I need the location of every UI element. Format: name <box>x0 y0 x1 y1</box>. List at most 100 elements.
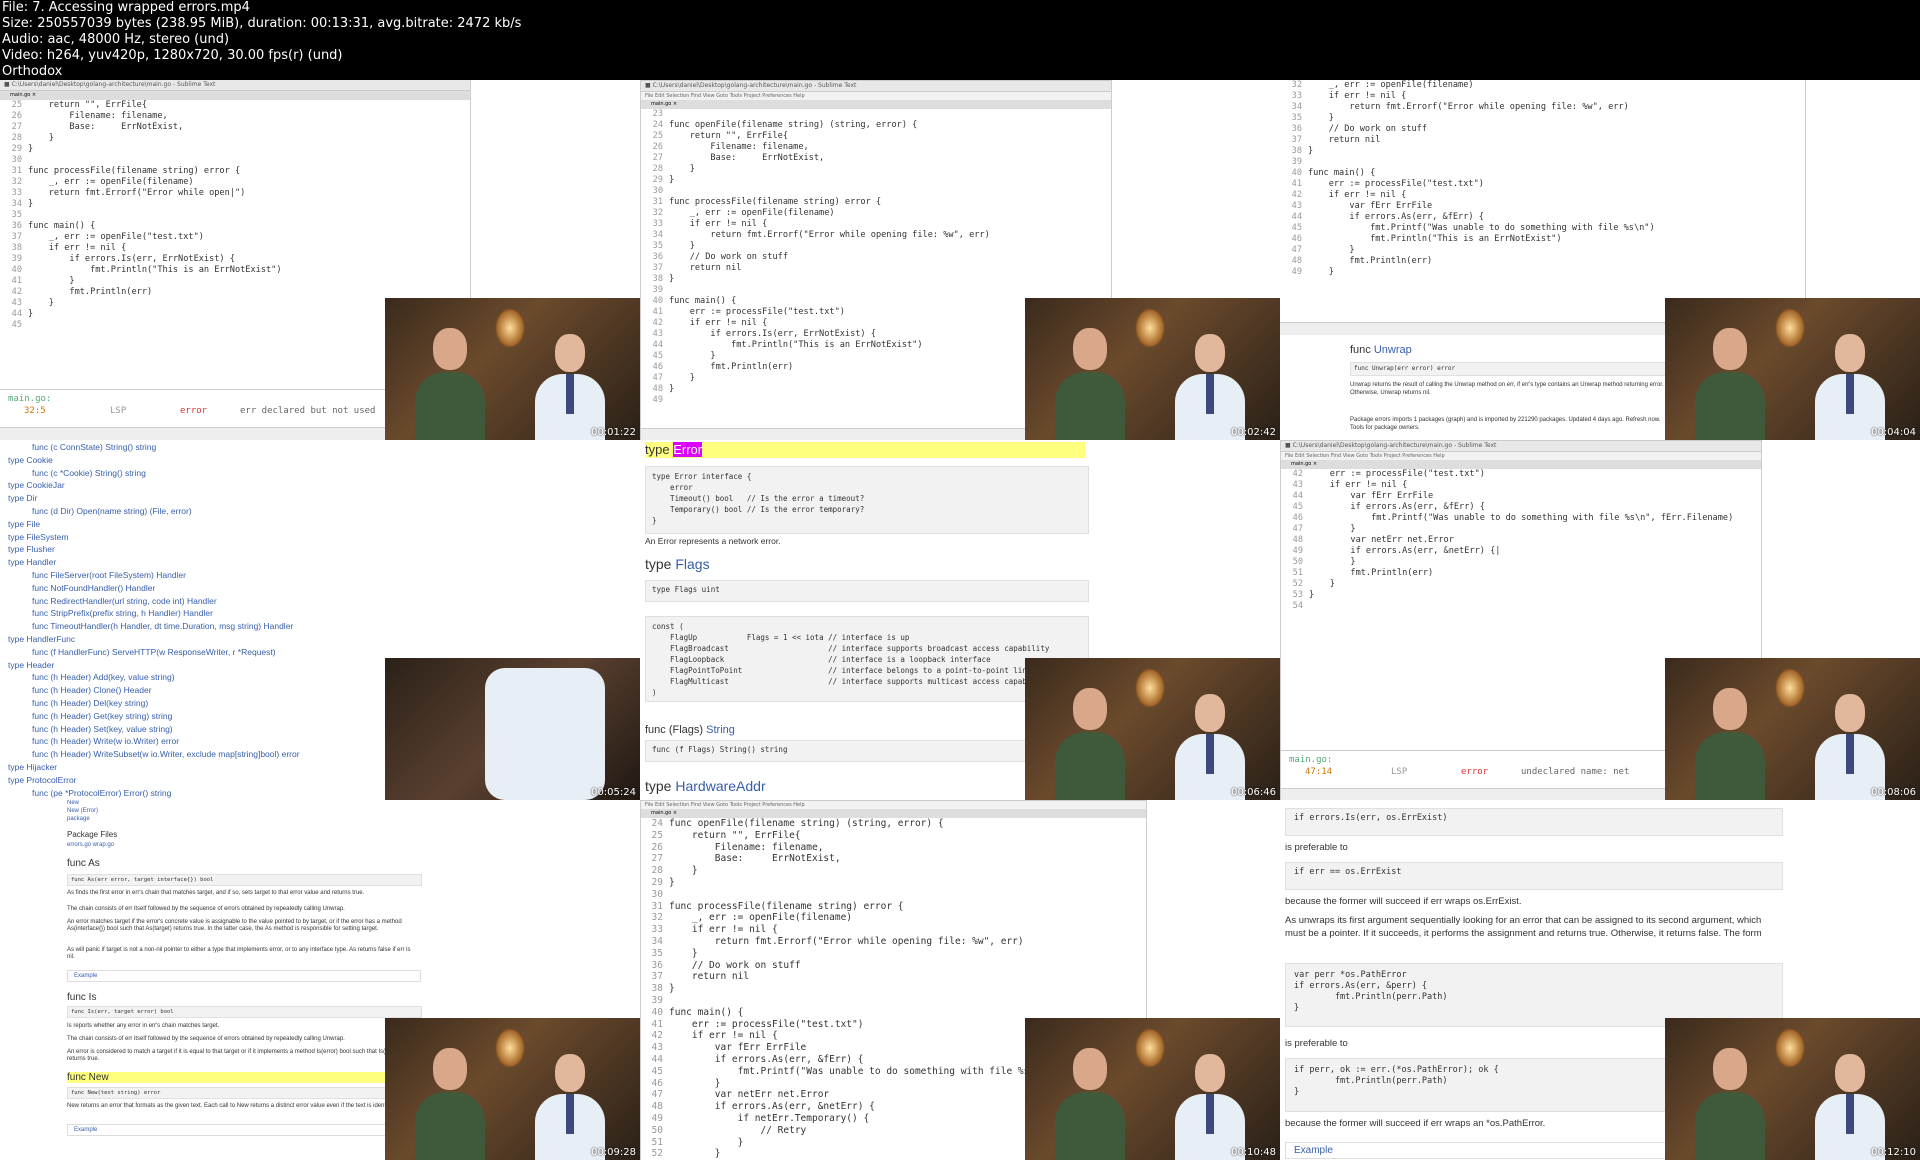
index-func-link[interactable]: func (h Header) Clone() Header <box>32 685 152 695</box>
code-line[interactable]: 33 return fmt.Errorf("Error while open|"… <box>0 188 470 199</box>
code-line[interactable]: 41 } <box>0 276 470 287</box>
index-func-link[interactable]: func TimeoutHandler(h Handler, dt time.D… <box>32 621 293 631</box>
code-line[interactable]: 40 fmt.Println("This is an ErrNotExist") <box>0 265 470 276</box>
code-line[interactable]: 49 } <box>1280 267 1805 278</box>
nav-package[interactable]: package <box>67 816 90 822</box>
code-line[interactable]: 26 Filename: filename, <box>641 142 1111 153</box>
code-line[interactable]: 29} <box>641 175 1111 186</box>
code-line[interactable]: 37 return nil <box>1280 135 1805 146</box>
code-line[interactable]: 32 _, err := openFile(filename) <box>1280 80 1805 91</box>
index-func-link[interactable]: func (d Dir) Open(name string) (File, er… <box>32 506 192 516</box>
code-line[interactable]: 27 Base: ErrNotExist, <box>641 153 1111 164</box>
thumbnail-7[interactable]: New New (Error) package Package Files er… <box>0 800 640 1160</box>
code-line[interactable]: 47 } <box>1281 524 1761 535</box>
code-line[interactable]: 44 var fErr ErrFile <box>1281 491 1761 502</box>
code-line[interactable]: 45 if errors.As(err, &fErr) { <box>1281 502 1761 513</box>
code-line[interactable]: 26 Filename: filename, <box>0 111 470 122</box>
code-line[interactable]: 38} <box>641 274 1111 285</box>
code-line[interactable]: 28 } <box>0 133 470 144</box>
code-line[interactable]: 30 <box>641 186 1111 197</box>
code-line[interactable]: 29} <box>641 877 1146 889</box>
code-line[interactable]: 42 fmt.Println(err) <box>0 287 470 298</box>
code-line[interactable]: 35 } <box>1280 113 1805 124</box>
index-func-link[interactable]: func (c ConnState) String() string <box>32 442 156 452</box>
thumbnail-1[interactable]: ■ C:\Users\daniel\Desktop\golang-archite… <box>0 80 640 440</box>
index-func-link[interactable]: func NotFoundHandler() Handler <box>32 583 155 593</box>
code-line[interactable]: 50 } <box>1281 557 1761 568</box>
code-line[interactable]: 27 Base: ErrNotExist, <box>0 122 470 133</box>
code-line[interactable]: 27 Base: ErrNotExist, <box>641 853 1146 865</box>
code-line[interactable]: 38 if err != nil { <box>0 243 470 254</box>
code-line[interactable]: 37 return nil <box>641 971 1146 983</box>
code-line[interactable]: 36 // Do work on stuff <box>1280 124 1805 135</box>
code-line[interactable]: 33 if err != nil { <box>641 219 1111 230</box>
index-func-link[interactable]: func (h Header) Add(key, value string) <box>32 672 175 682</box>
code-line[interactable]: 41 err := processFile("test.txt") <box>1280 179 1805 190</box>
code-line[interactable]: 25 return "", ErrFile{ <box>641 830 1146 842</box>
thumbnail-8[interactable]: File Edit Selection Find View Goto Tools… <box>640 800 1280 1160</box>
index-type-link[interactable]: type HandlerFunc <box>8 634 75 644</box>
code-line[interactable]: 35 } <box>641 241 1111 252</box>
code-line[interactable]: 33 if err != nil { <box>1280 91 1805 102</box>
code-line[interactable]: 36 // Do work on stuff <box>641 960 1146 972</box>
editor-tab[interactable]: main.go × <box>1281 460 1761 469</box>
code-line[interactable]: 48 fmt.Println(err) <box>1280 256 1805 267</box>
index-func-link[interactable]: func StripPrefix(prefix string, h Handle… <box>32 608 213 618</box>
code-line[interactable]: 46 fmt.Printf("Was unable to do somethin… <box>1281 513 1761 524</box>
code-line[interactable]: 36 // Do work on stuff <box>641 252 1111 263</box>
index-func-link[interactable]: func (h Header) Get(key string) string <box>32 711 172 721</box>
code-area[interactable]: 42 err := processFile("test.txt") 43 if e… <box>1281 469 1761 612</box>
code-line[interactable]: 43 var fErr ErrFile <box>1280 201 1805 212</box>
code-line[interactable]: 32 _, err := openFile(filename) <box>641 208 1111 219</box>
code-line[interactable]: 34} <box>0 199 470 210</box>
pkg-file-links[interactable]: errors.go wrap.go <box>67 842 114 848</box>
as-example-toggle[interactable]: Example <box>67 970 421 982</box>
menu-bar[interactable]: File Edit Selection Find View Goto Tools… <box>1281 452 1761 460</box>
code-line[interactable]: 39 <box>1280 157 1805 168</box>
thumbnail-9[interactable]: if errors.Is(err, os.ErrExist) is prefer… <box>1280 800 1920 1160</box>
code-area[interactable]: 32 _, err := openFile(filename) 33 if err… <box>1280 80 1805 278</box>
index-type-link[interactable]: type Flusher <box>8 544 55 554</box>
code-line[interactable]: 30 <box>0 155 470 166</box>
thumbnail-3[interactable]: 32 _, err := openFile(filename) 33 if err… <box>1280 80 1920 440</box>
index-type-link[interactable]: type Cookie <box>8 455 53 465</box>
index-type-link[interactable]: type File <box>8 519 40 529</box>
index-func-link[interactable]: func (h Header) Del(key string) <box>32 698 148 708</box>
index-type-link[interactable]: type Handler <box>8 557 56 567</box>
code-line[interactable]: 24 func openFile(filename string) (string… <box>641 120 1111 131</box>
code-line[interactable]: 39 <box>641 285 1111 296</box>
code-line[interactable]: 34 return fmt.Errorf("Error while openin… <box>641 936 1146 948</box>
code-line[interactable]: 28 } <box>641 865 1146 877</box>
code-line[interactable]: 25 return "", ErrFile{ <box>0 100 470 111</box>
nav-new-error[interactable]: New (Error) <box>67 808 98 814</box>
code-line[interactable]: 31 func processFile(filename string) erro… <box>641 901 1146 913</box>
code-line[interactable]: 39 if errors.Is(err, ErrNotExist) { <box>0 254 470 265</box>
code-line[interactable]: 31 func processFile(filename string) erro… <box>0 166 470 177</box>
code-line[interactable]: 32 _, err := openFile(filename) <box>641 912 1146 924</box>
code-line[interactable]: 40 func main() { <box>641 1007 1146 1019</box>
index-func-link[interactable]: func (c *Cookie) String() string <box>32 468 146 478</box>
editor-tab[interactable]: main.go × <box>641 809 1146 818</box>
code-line[interactable]: 46 fmt.Println("This is an ErrNotExist") <box>1280 234 1805 245</box>
code-line[interactable]: 33 if err != nil { <box>641 924 1146 936</box>
index-type-link[interactable]: type Dir <box>8 493 37 503</box>
code-line[interactable]: 38} <box>641 983 1146 995</box>
code-line[interactable]: 28 } <box>641 164 1111 175</box>
code-line[interactable]: 47 } <box>1280 245 1805 256</box>
code-line[interactable]: 42 err := processFile("test.txt") <box>1281 469 1761 480</box>
code-line[interactable]: 35 <box>0 210 470 221</box>
thumbnail-6[interactable]: ■ C:\Users\daniel\Desktop\golang-archite… <box>1280 440 1920 800</box>
thumbnail-2[interactable]: ■ C:\Users\daniel\Desktop\golang-archite… <box>640 80 1280 440</box>
code-line[interactable]: 39 <box>641 995 1146 1007</box>
thumbnail-4[interactable]: func (c ConnState) String() string type C… <box>0 440 640 800</box>
editor-tab[interactable]: main.go × <box>0 91 470 100</box>
index-type-link[interactable]: type ProtocolError <box>8 775 77 785</box>
code-line[interactable]: 32 _, err := openFile(filename) <box>0 177 470 188</box>
nav-new[interactable]: New <box>67 800 79 806</box>
index-func-link[interactable]: func (f HandlerFunc) ServeHTTP(w Respons… <box>32 647 276 657</box>
code-line[interactable]: 35 } <box>641 948 1146 960</box>
code-line[interactable]: 40 func main() { <box>1280 168 1805 179</box>
code-area[interactable]: 25 return "", ErrFile{26 Filename: filen… <box>0 100 470 331</box>
code-line[interactable]: 49 if errors.As(err, &netErr) {| <box>1281 546 1761 557</box>
code-line[interactable]: 25 return "", ErrFile{ <box>641 131 1111 142</box>
